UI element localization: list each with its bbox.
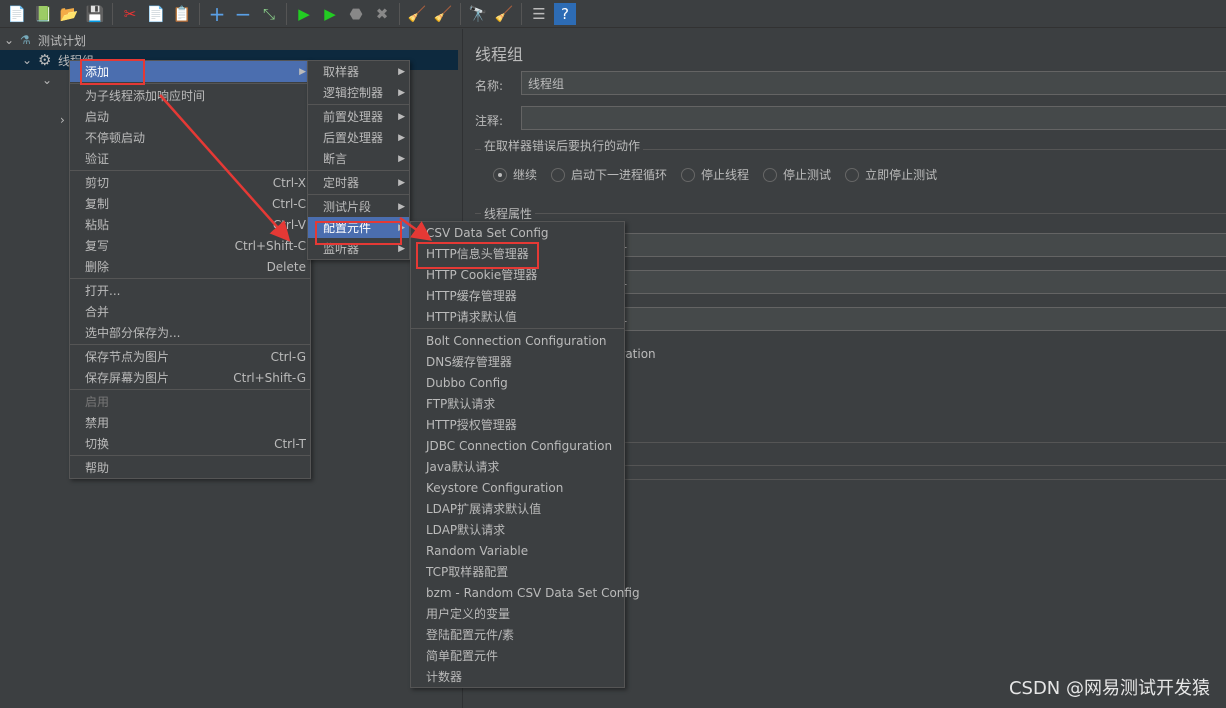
watermark: CSDN @网易测试开发猿 xyxy=(1008,678,1210,699)
annotation-arrows xyxy=(159,94,433,242)
arrow-to-config xyxy=(159,94,291,242)
arrow-to-header-manager xyxy=(399,216,433,241)
